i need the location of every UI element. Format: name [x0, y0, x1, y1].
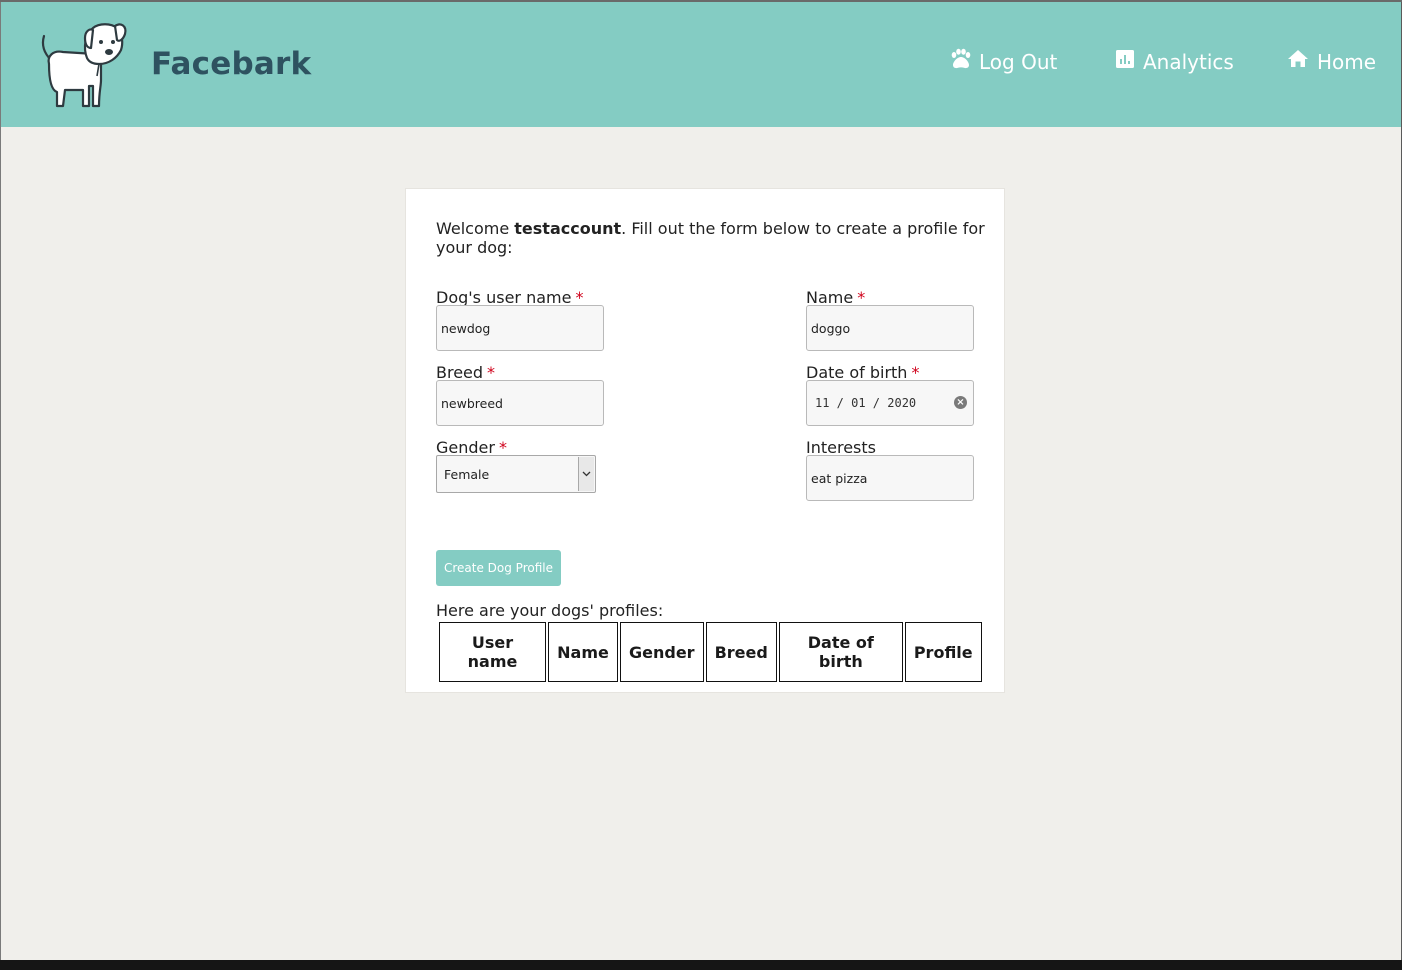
- account-username: testaccount: [514, 219, 622, 238]
- column-header-breed: Breed: [705, 622, 777, 682]
- dog-username-input[interactable]: [436, 305, 604, 351]
- welcome-prefix: Welcome: [436, 219, 515, 238]
- dog-logo-icon[interactable]: [37, 20, 129, 114]
- column-header-gender: Gender: [620, 622, 704, 682]
- table-header-row: User name Name Gender Breed Date of birt…: [439, 622, 982, 682]
- dob-value: 11 / 01 / 2020: [815, 396, 917, 410]
- home-label: Home: [1317, 50, 1377, 74]
- page-background: Facebark Log Out Analytics Home Welcome …: [1, 2, 1401, 960]
- logout-link[interactable]: Log Out: [949, 44, 1057, 74]
- column-header-date-of-birth: Date of birth: [778, 622, 903, 682]
- analytics-link[interactable]: Analytics: [1115, 44, 1234, 74]
- interests-input[interactable]: [806, 455, 974, 501]
- bar-chart-icon: [1116, 50, 1134, 68]
- chevron-down-icon[interactable]: [578, 457, 594, 491]
- analytics-label: Analytics: [1143, 50, 1234, 74]
- logout-label: Log Out: [979, 50, 1058, 74]
- brand-title[interactable]: Facebark: [151, 46, 311, 82]
- welcome-message: Welcome testaccount. Fill out the form b…: [436, 219, 996, 257]
- create-profile-card: Welcome testaccount. Fill out the form b…: [405, 188, 1005, 693]
- profiles-table: User name Name Gender Breed Date of birt…: [437, 620, 984, 684]
- window-left-border: [0, 2, 1, 960]
- house-icon: [1288, 50, 1308, 67]
- gender-select[interactable]: Female: [436, 455, 596, 493]
- paw-icon: [951, 48, 971, 69]
- column-header-profile: Profile: [904, 622, 982, 682]
- home-link[interactable]: Home: [1287, 44, 1376, 74]
- clear-date-icon[interactable]: ×: [954, 396, 967, 409]
- dob-input[interactable]: 11 / 01 / 2020 ×: [806, 380, 974, 426]
- create-dog-profile-button[interactable]: Create Dog Profile: [436, 550, 561, 586]
- name-input[interactable]: [806, 305, 974, 351]
- column-header-name: Name: [548, 622, 618, 682]
- site-header: Facebark Log Out Analytics Home: [1, 2, 1401, 127]
- column-header-user-name: User name: [439, 622, 546, 682]
- gender-selected-value: Female: [444, 466, 490, 482]
- profiles-caption: Here are your dogs' profiles:: [436, 601, 664, 620]
- breed-input[interactable]: [436, 380, 604, 426]
- window-bottom-bar: [0, 960, 1402, 970]
